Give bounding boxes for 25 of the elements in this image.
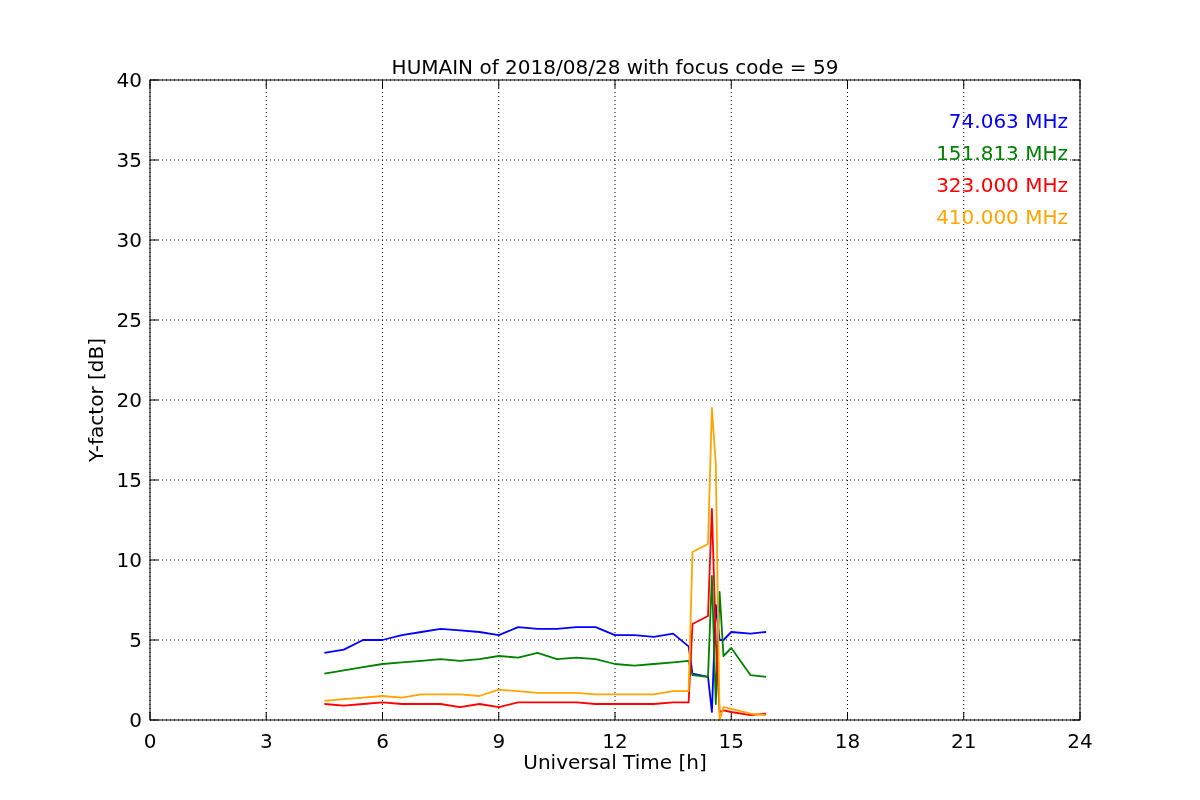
- tick-label: 24: [1067, 729, 1093, 753]
- tick-label: 15: [116, 468, 142, 492]
- tick-label: 10: [116, 548, 142, 572]
- tick-label: 30: [116, 228, 142, 252]
- axis-label: Universal Time [h]: [523, 750, 707, 774]
- axis-label: Y-factor [dB]: [84, 338, 108, 462]
- legend-label: 323.000 MHz: [936, 173, 1068, 197]
- tick-label: 0: [129, 708, 142, 732]
- tick-label: 6: [376, 729, 389, 753]
- legend-label: 151.813 MHz: [936, 141, 1068, 165]
- tick-label: 5: [129, 628, 142, 652]
- tick-label: 40: [116, 68, 142, 92]
- tick-label: 25: [116, 308, 142, 332]
- tick-label: 15: [718, 729, 744, 753]
- tick-label: 21: [951, 729, 977, 753]
- tick-label: 0: [143, 729, 157, 753]
- chart-title: HUMAIN of 2018/08/28 with focus code = 59: [391, 55, 839, 79]
- tick-label: 20: [116, 388, 142, 412]
- tick-label: 9: [492, 729, 506, 753]
- tick-label: 35: [116, 148, 142, 172]
- tick-label: 3: [259, 729, 273, 753]
- tick-label: 12: [602, 729, 628, 753]
- legend-label: 74.063 MHz: [948, 109, 1068, 133]
- legend-label: 410.000 MHz: [936, 205, 1068, 229]
- tick-label: 18: [834, 729, 861, 753]
